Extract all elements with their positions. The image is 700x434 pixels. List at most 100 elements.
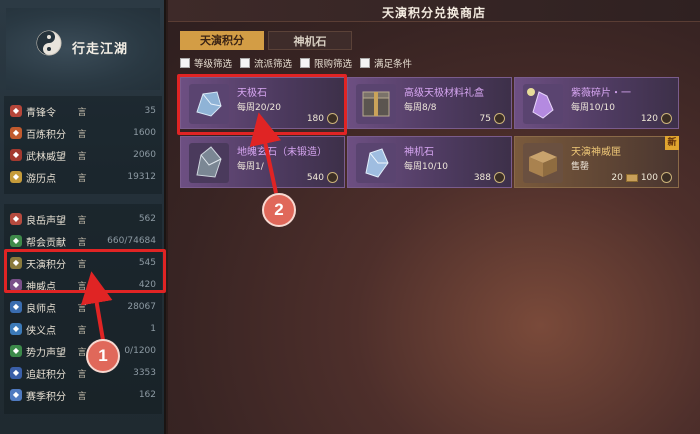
shop-item-card[interactable]: 地魄玄石（未锻造） 每周1/540 [180, 136, 345, 188]
faction-icon: ◆ [10, 345, 22, 357]
info-icon[interactable]: 言 [76, 257, 88, 270]
currency-value: 1 [150, 324, 156, 334]
tianyan-coin-icon [661, 113, 672, 124]
currency-value: 420 [138, 280, 156, 290]
currency-value: 35 [144, 106, 156, 116]
item-limit: 每周20/20 [237, 103, 281, 113]
item-price-group: 540 [307, 172, 338, 183]
item-price: 20 [611, 172, 623, 183]
currency-label: 侠义点 [26, 325, 56, 337]
shop-title: 天演积分兑换商店 [381, 6, 486, 20]
shop-item-card[interactable]: 神机石每周10/10 388 [347, 136, 512, 188]
shop-item-card[interactable]: 高级天极材料礼盒 每周8/8 75 [347, 77, 512, 129]
tianyan-coin-icon [327, 172, 338, 183]
item-limit: 每周10/10 [571, 103, 615, 113]
tianyan-coin-icon [661, 172, 672, 183]
callout-step-2: 2 [262, 193, 296, 227]
mountain-icon: ◆ [10, 213, 22, 225]
currency-group-2: ◆ 良岳声望言 562 ◆ 帮会贡献言 660/74684 ◆ 天演积分言 545 ◆ 神威点言 42… [4, 204, 162, 414]
item-limit: 售罄 [571, 162, 590, 172]
info-icon[interactable]: 言 [76, 127, 88, 140]
catchup-icon: ◆ [10, 367, 22, 379]
tianyan-coin-icon [494, 113, 505, 124]
info-icon[interactable]: 言 [76, 389, 88, 402]
info-icon[interactable]: 言 [76, 213, 88, 226]
currency-group-1: ◆ 青锋令言 35 ◆ 百炼积分言 1600 ◆ 武林威望言 2060 ◆ 游历点言 19312 [4, 96, 162, 194]
sword-token-icon: ◆ [10, 105, 22, 117]
currency-value: 3353 [133, 368, 156, 378]
item-price: 120 [640, 113, 658, 124]
item-limit: 每周10/10 [404, 162, 448, 172]
currency-row-righteous[interactable]: ◆ 侠义点 言 1 [4, 318, 162, 340]
info-icon[interactable]: 言 [76, 323, 88, 336]
item-name: 天演神威匣 [571, 147, 621, 158]
currency-row-shenwei[interactable]: ◆ 神威点 言 420 [4, 274, 162, 296]
currency-row-forge[interactable]: ◆ 百炼积分言 1600 [4, 122, 162, 144]
shop-item-card[interactable]: 天演神威匣售罄 20 100 新 [514, 136, 679, 188]
currency-row-catchup[interactable]: ◆ 追赶积分言 3353 [4, 362, 162, 384]
currency-row-mountain[interactable]: ◆ 良岳声望言 562 [4, 208, 162, 230]
filter-limit-checkbox[interactable] [300, 58, 311, 68]
item-price: 540 [306, 172, 324, 183]
currency-value: 660/74684 [107, 236, 156, 246]
filter-level[interactable]: 等级筛选 [180, 56, 232, 70]
currency-label: 良岳声望 [26, 215, 66, 227]
item-limit: 每周1/ [237, 162, 264, 172]
item-name: 神机石 [404, 147, 434, 158]
filter-level-label: 等级筛选 [194, 59, 233, 70]
info-icon[interactable]: 言 [76, 105, 88, 118]
currency-value: 19312 [127, 172, 156, 182]
tab-shenji-stone[interactable]: 神机石 [268, 31, 352, 50]
currency-value: 162 [138, 390, 156, 400]
filter-school-checkbox[interactable] [240, 58, 251, 68]
currency-value: 2060 [133, 150, 156, 160]
currency-label: 帮会贡献 [26, 237, 66, 249]
filter-meets-conditions-label: 满足条件 [374, 59, 413, 70]
righteous-icon: ◆ [10, 323, 22, 335]
currency-row-sword-token[interactable]: ◆ 青锋令 言 35 [4, 100, 162, 122]
filter-school[interactable]: 流派筛选 [240, 56, 292, 70]
tianyan-coin-icon [494, 172, 505, 183]
shop-item-card[interactable]: 天极石 每周20/20 180 [180, 77, 345, 129]
tab-tianyan-points[interactable]: 天演积分 [180, 31, 264, 50]
filter-bar: 等级筛选 流派筛选 限购筛选 满足条件 [180, 56, 420, 70]
info-icon[interactable]: 言 [76, 235, 88, 248]
new-badge: 新 [665, 136, 679, 150]
info-icon[interactable]: 言 [76, 171, 88, 184]
filter-meets-conditions-checkbox[interactable] [360, 58, 371, 68]
filter-level-checkbox[interactable] [180, 58, 190, 68]
currency-row-crossed-swords[interactable]: ◆ 武林威望言 2060 [4, 144, 162, 166]
currency-value: 28067 [127, 302, 156, 312]
currency-label: 势力声望 [26, 347, 66, 359]
currency-label: 追赶积分 [26, 369, 66, 381]
info-icon[interactable]: 言 [76, 149, 88, 162]
tianyan-coin-icon [327, 113, 338, 124]
item-name: 地魄玄石（未锻造） [237, 147, 327, 158]
info-icon[interactable]: 言 [76, 367, 88, 380]
shop-item-card[interactable]: 紫薇碎片・一 每周10/10 120 [514, 77, 679, 129]
gift-box-icon [354, 82, 398, 126]
currency-label: 百炼积分 [26, 129, 66, 141]
item-price-group: 120 [641, 113, 672, 124]
currency-row-season[interactable]: ◆ 赛季积分言 162 [4, 384, 162, 406]
filter-limit-label: 限购筛选 [314, 59, 353, 70]
currency-row-guild[interactable]: ◆ 帮会贡献言 660/74684 [4, 230, 162, 252]
currency-row-teacher[interactable]: ◆ 良师点 言 28067 [4, 296, 162, 318]
filter-limit[interactable]: 限购筛选 [300, 56, 352, 70]
item-price-group: 75 [480, 113, 505, 124]
currency-value: 0/1200 [124, 346, 156, 356]
teacher-icon: ◆ [10, 301, 22, 313]
currency-row-faction[interactable]: ◆ 势力声望言 0/1200 [4, 340, 162, 362]
info-icon[interactable]: 言 [76, 279, 88, 292]
info-icon[interactable]: 言 [76, 301, 88, 314]
currency-value: 1600 [133, 128, 156, 138]
shenwei-icon: ◆ [10, 279, 22, 291]
currency-row-scroll[interactable]: ◆ 游历点 言 19312 [4, 166, 162, 188]
filter-meets-conditions[interactable]: 满足条件 [360, 56, 412, 70]
item-price-group: 388 [474, 172, 505, 183]
shop-titlebar: 天演积分兑换商店 [168, 0, 700, 22]
currency-value: 562 [138, 214, 156, 224]
currency-row-tianyan[interactable]: ◆ 天演积分言 545 [4, 252, 162, 274]
item-price-group: 20 100 [611, 172, 672, 183]
gold-ingot-icon [625, 173, 638, 182]
